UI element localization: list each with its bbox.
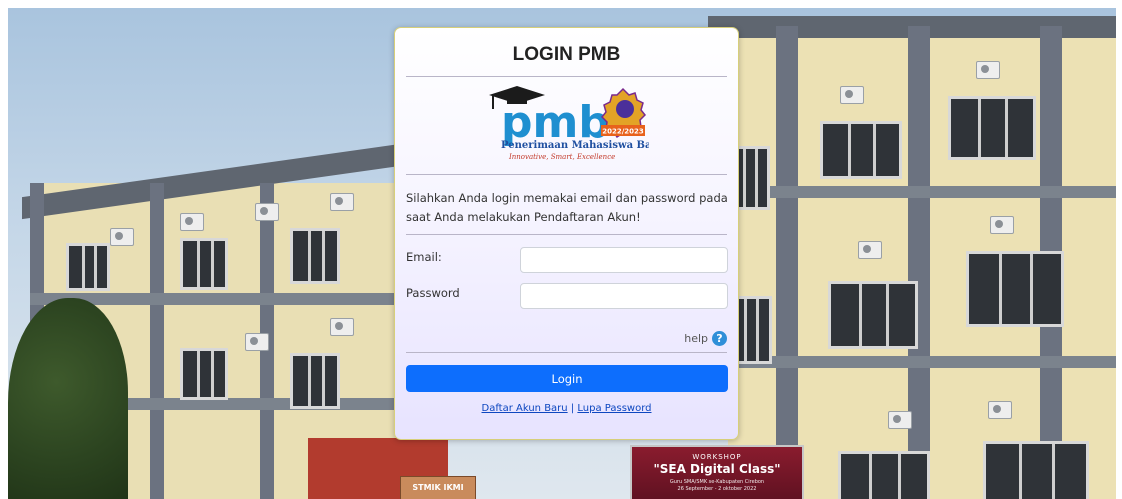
login-button[interactable]: Login [406,365,728,392]
login-title: LOGIN PMB [512,44,621,65]
divider [406,174,727,175]
banner-title: "SEA Digital Class" [653,462,781,476]
divider [406,352,727,353]
help-label: help [684,332,708,345]
banner-subtitle: Guru SMA/SMK se-Kabupaten Cirebon [669,479,765,485]
logo-year: 2022/2023 [602,128,644,136]
campus-sign: STMIK IKMI [400,476,476,499]
email-label: Email: [406,250,442,264]
link-separator: | [570,403,575,414]
divider [406,234,727,235]
login-panel: LOGIN PMB pmb 2022/2023 Penerimaan Mahas… [394,27,739,440]
question-icon: ? [712,331,727,346]
password-label: Password [406,286,460,300]
tree [8,298,128,499]
register-link[interactable]: Daftar Akun Baru [482,403,568,414]
banner-date: 26 September - 2 oktober 2022 [677,486,757,492]
banner-label: WORKSHOP [692,453,742,461]
logo-subtitle: Penerimaan Mahasiswa Baru [501,140,649,151]
logo-tagline: Innovative, Smart, Excellence [508,153,615,161]
password-field[interactable] [520,283,728,309]
login-instructions: Silahkan Anda login memakai email dan pa… [406,191,728,224]
email-field[interactable] [520,247,728,273]
pmb-logo: pmb 2022/2023 Penerimaan Mahasiswa Baru … [489,86,649,161]
account-links: Daftar Akun Baru | Lupa Password [395,403,738,414]
help-link[interactable]: help ? [684,331,727,346]
forgot-password-link[interactable]: Lupa Password [577,403,651,414]
divider [406,76,727,77]
workshop-banner: WORKSHOP "SEA Digital Class" Guru SMA/SM… [630,445,804,499]
building-right [708,16,1116,499]
